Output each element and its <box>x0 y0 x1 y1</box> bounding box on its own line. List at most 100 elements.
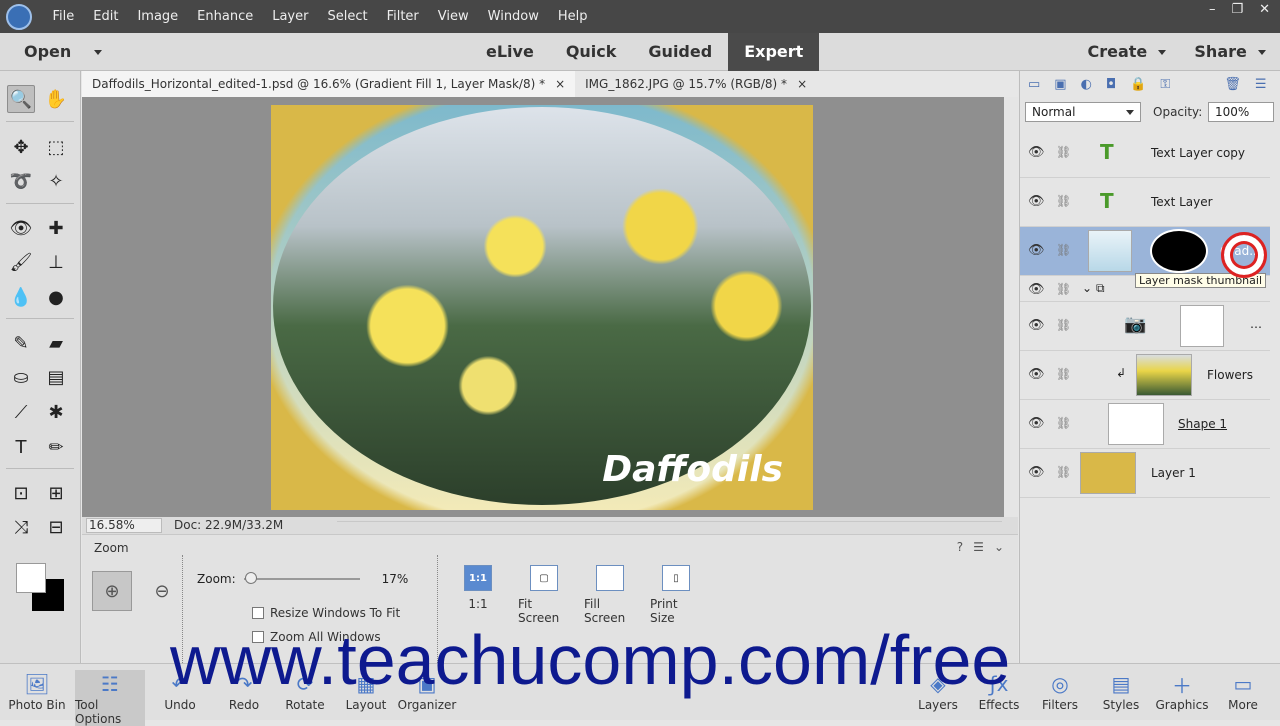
opacity-field[interactable]: 100% <box>1208 102 1274 122</box>
photo-bin-button[interactable]: 🖼 Photo Bin <box>2 670 72 712</box>
tab-guided[interactable]: Guided <box>632 33 728 71</box>
menu-layer[interactable]: Layer <box>263 9 318 24</box>
tab-expert[interactable]: Expert <box>728 33 820 71</box>
link-icon[interactable]: ⛓ <box>1056 318 1071 332</box>
tab-quick[interactable]: Quick <box>550 33 633 71</box>
menu-file[interactable]: File <box>43 9 84 24</box>
menu-select[interactable]: Select <box>318 9 377 24</box>
blend-mode-select[interactable]: Normal <box>1025 102 1141 122</box>
link-icon[interactable]: ⛓ <box>1056 194 1071 208</box>
zoom-percentage-field[interactable]: 16.58% <box>86 518 162 533</box>
custom-shape-tool-icon[interactable]: ✱ <box>42 398 70 426</box>
eye-icon[interactable]: 👁 <box>1028 243 1045 258</box>
move-tool-icon[interactable]: ✥ <box>7 133 35 161</box>
link-icon[interactable]: ⛓ <box>1056 243 1071 257</box>
eye-icon[interactable]: 👁 <box>1028 318 1045 333</box>
vertical-scrollbar[interactable] <box>1004 97 1018 517</box>
panel-menu-icon[interactable]: ☰ <box>1255 77 1267 92</box>
eraser-tool-icon[interactable]: ▰ <box>42 329 70 357</box>
new-group-icon[interactable]: ▣ <box>1054 77 1066 92</box>
document-image[interactable]: Daffodils <box>271 105 813 510</box>
help-icon[interactable]: ? <box>957 540 963 554</box>
zoom-tool-icon[interactable]: 🔍 <box>7 85 35 113</box>
link-icon[interactable]: ⛓ <box>1056 416 1071 430</box>
red-eye-tool-icon[interactable]: 👁 <box>7 214 35 242</box>
zoom-slider[interactable] <box>243 572 360 584</box>
eye-icon[interactable]: 👁 <box>1028 465 1045 480</box>
delete-layer-icon[interactable]: 🗑 <box>1224 77 1241 92</box>
menu-edit[interactable]: Edit <box>84 9 128 24</box>
tab-elive[interactable]: eLive <box>470 33 550 71</box>
filters-button[interactable]: ◎ Filters <box>1025 670 1095 712</box>
more-button[interactable]: ▭ More <box>1208 670 1278 712</box>
minimize-icon[interactable]: – <box>1209 2 1216 17</box>
crop-tool-icon[interactable]: ⊡ <box>7 479 35 507</box>
layer-row[interactable]: 👁 ⛓ T Text Layer copy <box>1020 129 1270 178</box>
link-icon[interactable]: ⛓ <box>1056 145 1071 159</box>
eye-icon[interactable]: 👁 <box>1028 416 1045 431</box>
menu-window[interactable]: Window <box>478 9 548 24</box>
layer-row[interactable]: 👁 ⛓ Layer 1 <box>1020 449 1270 498</box>
zoom-out-icon[interactable]: ⊖ <box>142 571 182 611</box>
pencil-tool-icon[interactable]: ✏ <box>42 433 70 461</box>
lock-transparency-icon[interactable]: ⚿ <box>1160 77 1170 92</box>
recompose-tool-icon[interactable]: ⊞ <box>42 479 70 507</box>
color-swatches[interactable] <box>16 563 66 613</box>
zoom-slider-knob[interactable] <box>245 572 258 584</box>
tool-options-button[interactable]: ☷ Tool Options <box>75 670 145 726</box>
canvas-area[interactable]: Daffodils <box>82 97 1004 517</box>
smart-brush-tool-icon[interactable]: 🖌 <box>7 248 35 276</box>
layer-mask-thumbnail[interactable] <box>1180 305 1224 347</box>
horizontal-scrollbar[interactable] <box>337 521 1002 529</box>
healing-brush-tool-icon[interactable]: ✚ <box>42 214 70 242</box>
marquee-tool-icon[interactable]: ⬚ <box>42 133 70 161</box>
lasso-tool-icon[interactable]: ➰ <box>7 167 35 195</box>
gradient-tool-icon[interactable]: ▤ <box>42 363 70 391</box>
shape-thumbnail[interactable] <box>1108 403 1164 445</box>
fit-screen-button[interactable]: ▢ Fit Screen <box>518 565 570 625</box>
adjustment-layer-icon[interactable]: ◐ <box>1081 77 1092 92</box>
paint-bucket-tool-icon[interactable]: ⛀ <box>7 363 35 391</box>
doc-tab-img1862[interactable]: IMG_1862.JPG @ 15.7% (RGB/8) * × <box>575 71 817 97</box>
menu-icon[interactable]: ☰ <box>973 540 984 554</box>
magic-wand-tool-icon[interactable]: ✧ <box>42 167 70 195</box>
doc-tab-daffodils[interactable]: Daffodils_Horizontal_edited-1.psd @ 16.6… <box>82 71 576 97</box>
sponge-tool-icon[interactable]: ● <box>42 283 70 311</box>
eyedropper-tool-icon[interactable]: ⟋ <box>7 398 35 426</box>
layer-row[interactable]: 👁 ⛓ 📷 … <box>1020 302 1270 351</box>
lock-all-icon[interactable]: 🔒 <box>1130 77 1146 92</box>
straighten-tool-icon[interactable]: ⊟ <box>42 513 70 541</box>
more-icon[interactable]: … <box>1250 317 1262 331</box>
eye-icon[interactable]: 👁 <box>1028 145 1045 160</box>
brush-tool-icon[interactable]: ✎ <box>7 329 35 357</box>
menu-image[interactable]: Image <box>128 9 188 24</box>
menu-enhance[interactable]: Enhance <box>188 9 263 24</box>
open-button[interactable]: Open <box>24 42 102 61</box>
gradient-thumbnail[interactable] <box>1088 230 1132 272</box>
link-icon[interactable]: ⛓ <box>1056 465 1071 479</box>
menu-filter[interactable]: Filter <box>377 9 428 24</box>
menu-view[interactable]: View <box>428 9 478 24</box>
one-to-one-button[interactable]: 1:1 1:1 <box>452 565 504 625</box>
link-icon[interactable]: ⛓ <box>1056 367 1071 381</box>
print-size-button[interactable]: ▯ Print Size <box>650 565 702 625</box>
close-icon[interactable]: × <box>797 71 807 97</box>
eye-icon[interactable]: 👁 <box>1028 194 1045 209</box>
fill-screen-button[interactable]: Fill Screen <box>584 565 636 625</box>
styles-button[interactable]: ▤ Styles <box>1086 670 1156 712</box>
type-tool-icon[interactable]: T <box>7 433 35 461</box>
eye-icon[interactable]: 👁 <box>1028 282 1045 297</box>
layer-row[interactable]: 👁 ⛓ T Text Layer <box>1020 178 1270 227</box>
layer1-thumbnail[interactable] <box>1080 452 1136 494</box>
blur-tool-icon[interactable]: 💧 <box>7 283 35 311</box>
hand-tool-icon[interactable]: ✋ <box>42 85 70 113</box>
link-icon[interactable]: ⛓ <box>1056 282 1071 296</box>
graphics-button[interactable]: ＋ Graphics <box>1147 670 1217 713</box>
eye-icon[interactable]: 👁 <box>1028 367 1045 382</box>
restore-icon[interactable]: ❐ <box>1231 2 1243 17</box>
menu-help[interactable]: Help <box>548 9 597 24</box>
chevron-down-icon[interactable]: ⌄ <box>1082 281 1092 295</box>
resize-windows-checkbox[interactable]: Resize Windows To Fit <box>252 606 400 620</box>
foreground-color-swatch[interactable] <box>16 563 46 593</box>
close-icon[interactable]: × <box>555 71 565 97</box>
